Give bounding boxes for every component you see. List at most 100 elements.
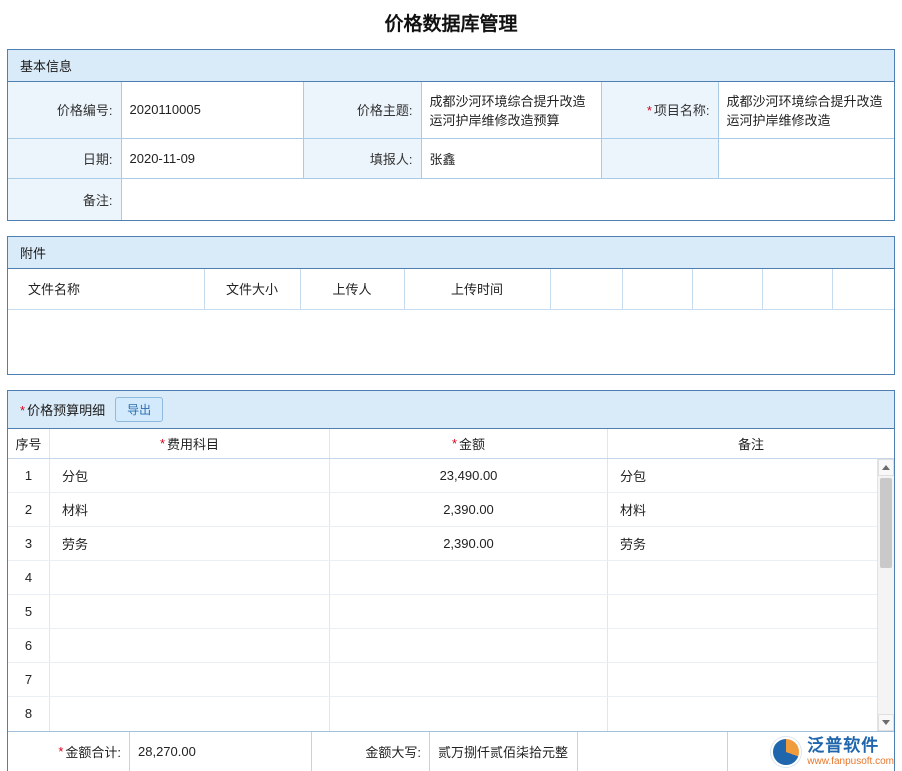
total-amount-label-text: 金额合计:	[65, 742, 121, 761]
col-header-amount-text: 金额	[459, 434, 485, 453]
table-row: 4	[8, 561, 877, 595]
scroll-down-button[interactable]	[878, 714, 894, 731]
required-mark: *	[58, 744, 63, 759]
row-remark	[608, 629, 877, 662]
attachments-empty-body	[8, 310, 894, 374]
required-mark: *	[647, 103, 652, 118]
arrow-down-icon	[882, 720, 890, 725]
row-amount: 2,390.00	[330, 527, 608, 560]
price-budget-detail-title-text: 价格预算明细	[27, 403, 105, 418]
row-subject	[50, 595, 330, 628]
table-row: 价格编号: 2020110005 价格主题: 成都沙河环境综合提升改造运河护岸维…	[8, 82, 894, 138]
required-mark: *	[20, 403, 25, 418]
total-amount-label: *金额合计:	[8, 732, 130, 771]
page: 价格数据库管理 基本信息 价格编号: 2020110005 价格主题: 成都沙河…	[0, 0, 902, 771]
row-subject: 材料	[50, 493, 330, 526]
col-header-subject-text: 费用科目	[167, 434, 219, 453]
row-no: 4	[8, 561, 50, 594]
total-amount-value: 28,270.00	[130, 732, 312, 771]
footer-empty-cell	[578, 732, 728, 771]
attachment-extra-column	[832, 269, 894, 309]
scroll-up-button[interactable]	[878, 459, 894, 476]
page-title: 价格数据库管理	[0, 0, 902, 49]
amount-caps-label: 金额大写:	[312, 732, 430, 771]
attachment-extra-column	[622, 269, 692, 309]
arrow-up-icon	[882, 465, 890, 470]
row-remark: 材料	[608, 493, 877, 526]
remark-value	[121, 178, 894, 220]
row-amount	[330, 697, 608, 731]
fanpu-logo-icon	[771, 737, 801, 767]
attachments-section: 附件 文件名称 文件大小 上传人 上传时间	[7, 236, 895, 375]
attachment-extra-column	[762, 269, 832, 309]
vertical-scrollbar[interactable]	[877, 459, 894, 731]
row-remark: 分包	[608, 459, 877, 492]
col-header-amount: *金额	[330, 429, 608, 458]
price-subject-value: 成都沙河环境综合提升改造运河护岸维修改造预算	[421, 82, 601, 138]
attachment-extra-column	[692, 269, 762, 309]
project-name-label-text: 项目名称:	[654, 103, 710, 118]
row-no: 7	[8, 663, 50, 696]
detail-footer-row: *金额合计: 28,270.00 金额大写: 贰万捌仟贰佰柒拾元整	[8, 731, 894, 771]
row-remark	[608, 561, 877, 594]
row-remark	[608, 697, 877, 731]
amount-caps-value: 贰万捌仟贰佰柒拾元整	[430, 732, 578, 771]
fanpu-brand-name: 泛普软件	[807, 737, 894, 756]
reporter-value: 张鑫	[421, 138, 601, 178]
row-remark	[608, 663, 877, 696]
scrollbar-thumb[interactable]	[880, 478, 892, 568]
file-name-header: 文件名称	[8, 269, 204, 309]
row-remark: 劳务	[608, 527, 877, 560]
row-amount	[330, 595, 608, 628]
project-name-value: 成都沙河环境综合提升改造运河护岸维修改造	[718, 82, 894, 138]
row-no: 5	[8, 595, 50, 628]
price-budget-detail-header: *价格预算明细 导出	[8, 391, 894, 429]
row-no: 8	[8, 697, 50, 731]
row-subject: 分包	[50, 459, 330, 492]
row-subject	[50, 629, 330, 662]
upload-time-header: 上传时间	[404, 269, 550, 309]
export-button[interactable]: 导出	[115, 397, 163, 422]
date-label: 日期:	[8, 138, 121, 178]
table-row: 5	[8, 595, 877, 629]
row-amount: 2,390.00	[330, 493, 608, 526]
detail-column-header-row: 序号 *费用科目 *金额 备注	[8, 429, 894, 459]
required-mark: *	[160, 436, 165, 451]
row-remark	[608, 595, 877, 628]
table-row: 日期: 2020-11-09 填报人: 张鑫	[8, 138, 894, 178]
row-no: 2	[8, 493, 50, 526]
empty-label-cell	[601, 138, 718, 178]
reporter-label: 填报人:	[303, 138, 421, 178]
remark-label: 备注:	[8, 178, 121, 220]
col-header-subject: *费用科目	[50, 429, 330, 458]
basic-info-header: 基本信息	[8, 50, 894, 82]
table-row: 6	[8, 629, 877, 663]
attachments-header: 附件	[8, 237, 894, 269]
row-amount	[330, 561, 608, 594]
row-amount: 23,490.00	[330, 459, 608, 492]
price-budget-detail-title: *价格预算明细	[20, 400, 105, 419]
table-row: 3 劳务 2,390.00 劳务	[8, 527, 877, 561]
attachments-title: 附件	[20, 243, 46, 262]
row-amount	[330, 629, 608, 662]
fanpu-logo: 泛普软件 www.fanpusoft.com	[771, 737, 894, 767]
basic-info-title: 基本信息	[20, 56, 72, 75]
row-no: 3	[8, 527, 50, 560]
basic-info-section: 基本信息 价格编号: 2020110005 价格主题: 成都沙河环境综合提升改造…	[7, 49, 895, 221]
row-subject	[50, 561, 330, 594]
table-row: 1 分包 23,490.00 分包	[8, 459, 877, 493]
col-header-no: 序号	[8, 429, 50, 458]
price-budget-detail-section: *价格预算明细 导出 序号 *费用科目 *金额 备注 1 分包 23,490.0…	[7, 390, 895, 771]
empty-value-cell	[718, 138, 894, 178]
attachments-header-row: 文件名称 文件大小 上传人 上传时间	[8, 269, 894, 309]
row-no: 1	[8, 459, 50, 492]
price-no-label: 价格编号:	[8, 82, 121, 138]
scrollbar-track[interactable]	[878, 476, 894, 714]
col-header-remark: 备注	[608, 429, 894, 458]
fanpu-url: www.fanpusoft.com	[807, 756, 894, 767]
table-row: 7	[8, 663, 877, 697]
required-mark: *	[452, 436, 457, 451]
table-row: 备注:	[8, 178, 894, 220]
price-no-value: 2020110005	[121, 82, 303, 138]
attachments-table: 文件名称 文件大小 上传人 上传时间	[8, 269, 894, 310]
